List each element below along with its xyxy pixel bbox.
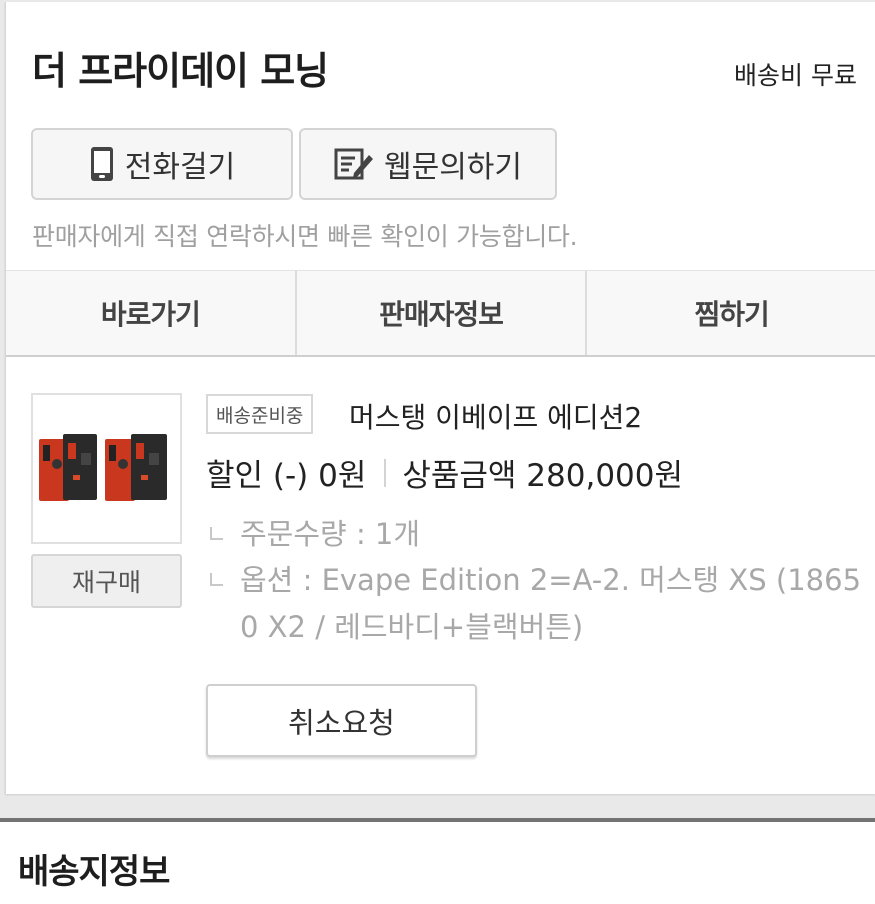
contact-note: 판매자에게 직접 연락하시면 빠른 확인이 가능합니다. bbox=[32, 222, 578, 251]
option-row: 옵션 : Evape Edition 2=A-2. 머스탱 XS (1865 0… bbox=[206, 557, 866, 651]
web-inquiry-label: 웹문의하기 bbox=[384, 150, 522, 185]
tab-wishlist[interactable]: 찜하기 bbox=[587, 271, 875, 355]
corner-bullet-icon bbox=[210, 526, 223, 540]
shipping-info-section: 배송지정보 bbox=[0, 822, 875, 904]
quantity-text: 주문수량 : 1개 bbox=[240, 517, 421, 551]
option-text-line2: 0 X2 / 레드바디+블랙버튼) bbox=[240, 610, 584, 644]
seller-tabs: 바로가기 판매자정보 찜하기 bbox=[6, 270, 875, 357]
phone-icon bbox=[90, 147, 113, 181]
product-image bbox=[38, 433, 167, 501]
cancel-request-button[interactable]: 취소요청 bbox=[206, 684, 477, 757]
product-thumbnail[interactable] bbox=[31, 393, 182, 544]
quantity-row: 주문수량 : 1개 bbox=[206, 511, 420, 558]
status-badge: 배송준비중 bbox=[206, 394, 314, 434]
price-divider bbox=[384, 458, 387, 487]
corner-bullet-icon bbox=[210, 572, 223, 586]
shipping-fee: 배송비 무료 bbox=[734, 61, 857, 90]
product-price: 상품금액 280,000원 bbox=[402, 458, 684, 494]
call-button[interactable]: 전화걸기 bbox=[31, 128, 293, 200]
tab-shortcut[interactable]: 바로가기 bbox=[6, 271, 297, 355]
section-title: 배송지정보 bbox=[18, 852, 170, 892]
write-icon bbox=[334, 148, 373, 180]
product-name[interactable]: 머스탱 이베이프 에디션2 bbox=[349, 396, 642, 436]
call-button-label: 전화걸기 bbox=[124, 150, 236, 185]
discount-text: 할인 (-) 0원 bbox=[206, 458, 367, 494]
order-card: 더 프라이데이 모닝 배송비 무료 전화걸기 웹문의하기 판매자에게 직접 연락… bbox=[5, 2, 875, 794]
tab-seller-info[interactable]: 판매자정보 bbox=[297, 271, 588, 355]
seller-name[interactable]: 더 프라이데이 모닝 bbox=[32, 40, 329, 95]
price-line: 할인 (-) 0원 상품금액 280,000원 bbox=[206, 450, 683, 495]
reorder-button[interactable]: 재구매 bbox=[31, 554, 182, 608]
web-inquiry-button[interactable]: 웹문의하기 bbox=[299, 128, 557, 200]
option-text-line1: 옵션 : Evape Edition 2=A-2. 머스탱 XS (1865 bbox=[240, 563, 862, 597]
